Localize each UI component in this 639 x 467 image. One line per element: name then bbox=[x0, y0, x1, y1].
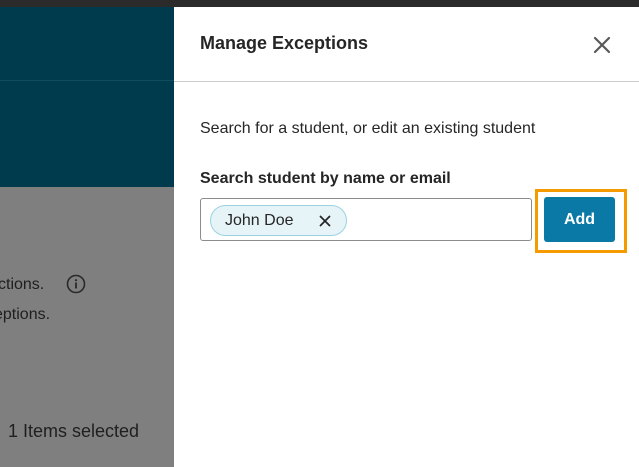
items-selected-count: 1 Items selected bbox=[8, 421, 140, 441]
info-icon[interactable] bbox=[66, 274, 86, 294]
background-header bbox=[0, 7, 174, 187]
close-icon[interactable] bbox=[590, 33, 614, 57]
remove-chip-icon[interactable] bbox=[318, 214, 332, 228]
background-text-line: ctions. bbox=[0, 276, 45, 293]
selected-student-chip[interactable]: John Doe bbox=[210, 205, 347, 236]
manage-exceptions-drawer: Manage Exceptions Search for a student, … bbox=[174, 7, 639, 467]
drawer-title: Manage Exceptions bbox=[200, 33, 369, 53]
search-student-label: Search student by name or email bbox=[200, 170, 451, 187]
background-header-divider bbox=[0, 80, 174, 81]
drawer-description: Search for a student, or edit an existin… bbox=[200, 120, 536, 137]
background-page: ctions. eptions. 1 Items selected bbox=[0, 0, 174, 467]
student-search-input[interactable]: John Doe bbox=[200, 198, 532, 241]
add-button[interactable]: Add bbox=[544, 197, 615, 242]
background-text-line: eptions. bbox=[0, 306, 51, 323]
drawer-header-divider bbox=[174, 81, 639, 82]
chip-label: John Doe bbox=[225, 211, 294, 229]
